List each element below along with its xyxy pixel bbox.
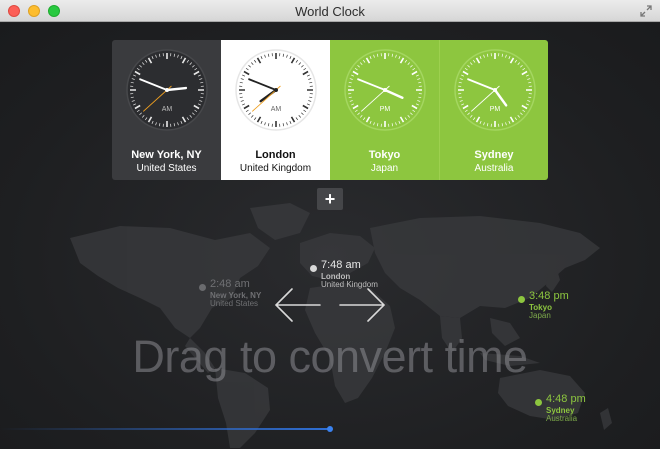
analog-clock-icon: AM bbox=[126, 49, 208, 131]
main-area[interactable]: AM New York, NY United States AM London … bbox=[0, 23, 660, 449]
drag-hint-text: Drag to convert time bbox=[132, 331, 528, 382]
clock-meridiem: PM bbox=[490, 106, 501, 113]
pin-time: 7:48 am bbox=[321, 259, 361, 271]
timeline-knob[interactable] bbox=[327, 426, 333, 432]
pin-country: Australia bbox=[546, 414, 578, 423]
clock-city: New York, NY bbox=[131, 149, 202, 161]
timeline-track[interactable] bbox=[0, 428, 330, 430]
analog-clock-icon: PM bbox=[454, 49, 536, 131]
clock-city: London bbox=[255, 149, 296, 161]
pin-country: United States bbox=[210, 299, 259, 308]
clock-cards: AM New York, NY United States AM London … bbox=[112, 40, 548, 180]
pin-dot bbox=[518, 296, 525, 303]
clock-hub bbox=[165, 88, 169, 92]
clock-hub bbox=[274, 88, 278, 92]
clock-card-sydney[interactable]: PM Sydney Australia bbox=[439, 40, 548, 180]
analog-clock-icon: AM bbox=[235, 49, 317, 131]
clock-city: Tokyo bbox=[368, 149, 401, 161]
add-city-button[interactable]: + bbox=[317, 188, 343, 210]
clock-country: United States bbox=[136, 163, 197, 174]
clock-country: Japan bbox=[370, 163, 399, 174]
clock-card-london[interactable]: AM London United Kingdom bbox=[221, 40, 330, 180]
clock-city: Sydney bbox=[474, 149, 514, 161]
clock-hub bbox=[383, 88, 387, 92]
window-title: World Clock bbox=[295, 4, 365, 19]
pin-dot bbox=[199, 284, 206, 291]
title-bar: World Clock bbox=[0, 0, 660, 22]
analog-clock-icon: PM bbox=[344, 49, 426, 131]
clock-card-new-york[interactable]: AM New York, NY United States bbox=[112, 40, 221, 180]
clock-country: United Kingdom bbox=[239, 163, 312, 174]
fullscreen-arrows-icon[interactable] bbox=[640, 5, 652, 17]
pin-dot bbox=[535, 399, 542, 406]
clock-meridiem: AM bbox=[162, 106, 173, 113]
pin-dot bbox=[310, 265, 317, 272]
clock-country: Australia bbox=[474, 163, 514, 174]
clock-meridiem: AM bbox=[271, 106, 282, 113]
pin-time: 4:48 pm bbox=[546, 393, 586, 405]
clock-hub bbox=[493, 88, 497, 92]
drag-arrows-icon[interactable] bbox=[272, 285, 388, 325]
clock-card-tokyo[interactable]: PM Tokyo Japan bbox=[330, 40, 439, 180]
pin-time: 3:48 pm bbox=[529, 290, 569, 302]
pin-country: Japan bbox=[529, 311, 551, 320]
pin-time: 2:48 am bbox=[210, 278, 250, 290]
clock-meridiem: PM bbox=[380, 106, 391, 113]
